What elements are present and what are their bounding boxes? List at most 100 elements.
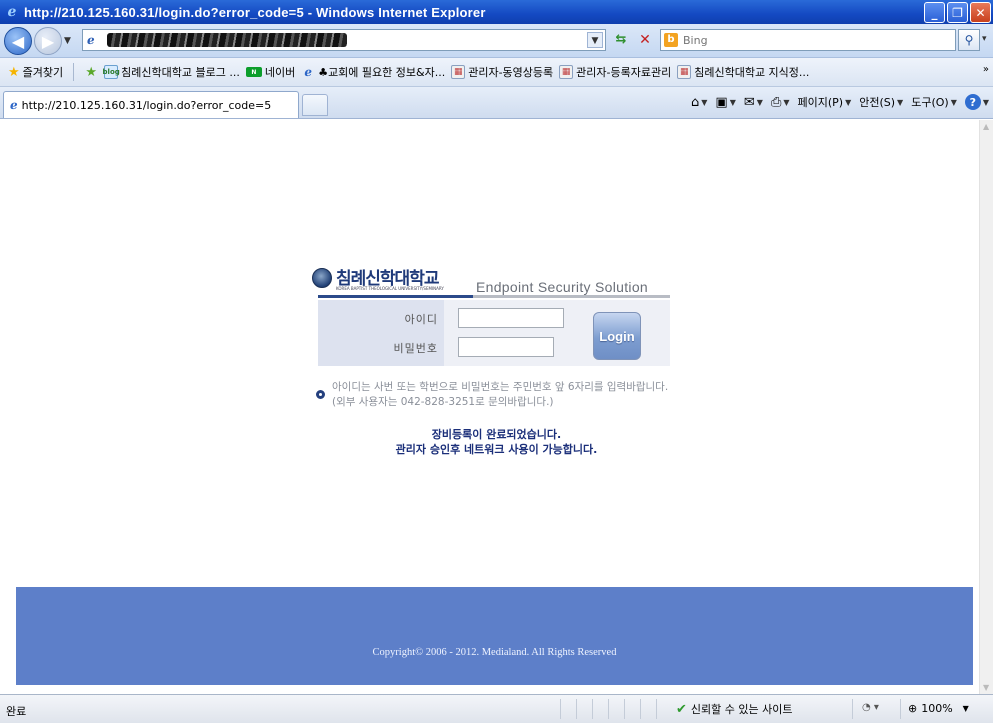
home-button[interactable]: ⌂ ▼ xyxy=(691,95,707,110)
naver-icon: N xyxy=(245,67,262,77)
tools-menu[interactable]: 도구(O) ▼ xyxy=(911,94,957,110)
favorite-item[interactable]: ▦ 침례신학대학교 지식정... xyxy=(677,64,809,80)
print-icon: ⎙ xyxy=(770,94,782,110)
star-icon: ★ xyxy=(8,64,20,80)
page-content: ▲ ▼ 침례신학대학교 KOREA BAPTIST THEOLOGICAL UN… xyxy=(0,120,993,694)
page-icon: ℯ xyxy=(87,33,95,47)
id-label: 아이디 xyxy=(404,313,438,326)
protected-mode-icon[interactable]: ◔ ▾ xyxy=(862,702,879,713)
zoom-dropdown-icon: ▼ xyxy=(962,704,969,713)
minimize-button[interactable]: _ xyxy=(924,2,945,23)
picture-icon: ▦ xyxy=(451,65,466,79)
tab-bar: ℯ http://210.125.160.31/login.do?error_c… xyxy=(0,87,993,119)
tab-label: http://210.125.160.31/login.do?error_cod… xyxy=(21,98,272,112)
registration-message: 장비등록이 완료되었습니다. 관리자 승인후 네트워크 사용이 가능합니다. xyxy=(300,427,693,457)
brand-header: 침례신학대학교 KOREA BAPTIST THEOLOGICAL UNIVER… xyxy=(312,266,672,298)
favorite-item[interactable]: ▦ 관리자-등록자료관리 xyxy=(559,64,671,80)
favorite-item-label: 관리자-등록자료관리 xyxy=(576,66,672,79)
search-box[interactable]: b xyxy=(660,29,956,51)
address-dropdown-button[interactable]: ▼ xyxy=(587,32,603,48)
status-panels xyxy=(560,699,672,719)
page-menu-label: 페이지(P) xyxy=(797,96,844,109)
favorite-item-label: ♣교회에 필요한 정보&자... xyxy=(318,66,446,79)
status-bar: 완료 ✔ 신뢰할 수 있는 사이트 ◔ ▾ ⊕ 100% ▼ xyxy=(0,694,993,723)
window-controls: _ ❐ ✕ xyxy=(924,2,991,23)
bing-icon: b xyxy=(664,33,678,47)
favorite-item[interactable]: ℯ ♣교회에 필요한 정보&자... xyxy=(301,64,445,80)
copyright-text: Copyright© 2006 - 2012. Medialand. All R… xyxy=(372,647,617,658)
close-button[interactable]: ✕ xyxy=(970,2,991,23)
ie-icon: ℯ xyxy=(7,4,17,20)
back-button[interactable]: ◀ xyxy=(4,27,32,55)
home-icon: ⌂ xyxy=(691,94,700,110)
favorite-item-label: 침례신학대학교 지식정... xyxy=(694,66,810,79)
ie-icon: ℯ xyxy=(10,98,18,112)
add-favorite-icon[interactable]: ★ xyxy=(84,65,98,80)
feeds-button[interactable]: ▣ ▼ xyxy=(715,95,735,110)
zoom-icon: ⊕ xyxy=(908,702,918,715)
login-button[interactable]: Login xyxy=(593,312,641,360)
scroll-down-icon[interactable]: ▼ xyxy=(983,683,989,692)
scroll-up-icon[interactable]: ▲ xyxy=(983,122,989,131)
brand-divider xyxy=(318,295,670,298)
favorites-label: 즐겨찾기 xyxy=(22,66,64,79)
picture-icon: ▦ xyxy=(677,65,692,79)
feed-icon: ▣ xyxy=(715,94,728,110)
address-input[interactable]: ℯ ▼ xyxy=(82,29,606,51)
ie-page-icon: ℯ xyxy=(304,65,313,79)
favorites-button[interactable]: ★ 즐겨찾기 xyxy=(8,64,63,80)
divider xyxy=(73,63,75,81)
chevron-right-icon[interactable]: » xyxy=(983,64,989,75)
checkmark-icon: ✔ xyxy=(676,701,687,717)
print-button[interactable]: ⎙ ▼ xyxy=(771,95,790,110)
navigation-bar: ◀ ▶ ▼ ℯ ▼ ⇆ ✕ b ⚲ ▾ xyxy=(0,24,993,58)
favorite-item[interactable]: N 네이버 xyxy=(245,64,296,80)
forward-button[interactable]: ▶ xyxy=(34,27,62,55)
footer: Copyright© 2006 - 2012. Medialand. All R… xyxy=(16,587,973,685)
new-tab-button[interactable] xyxy=(302,94,328,116)
favorite-item-label: 네이버 xyxy=(264,66,296,79)
favorite-item-label: 침례신학대학교 블로그 ... xyxy=(121,66,240,79)
favorites-bar: ★ 즐겨찾기 ★ blog 침례신학대학교 블로그 ... N 네이버 ℯ ♣교… xyxy=(0,58,993,87)
help-icon: ? xyxy=(964,94,981,110)
redacted-url xyxy=(107,33,347,47)
window-title: http://210.125.160.31/login.do?error_cod… xyxy=(24,4,486,20)
page-menu[interactable]: 페이지(P) ▼ xyxy=(798,94,852,110)
divider xyxy=(852,699,853,719)
favorite-item-label: 관리자-동영상등록 xyxy=(468,66,554,79)
label-column xyxy=(318,300,444,366)
help-button[interactable]: ? ▼ xyxy=(964,94,989,110)
mail-button[interactable]: ✉ ▼ xyxy=(744,95,763,110)
password-input[interactable] xyxy=(458,337,554,357)
status-text: 완료 xyxy=(6,705,27,718)
notice-text: 아이디는 사번 또는 학번으로 비밀번호는 주민번호 앞 6자리를 입력바랍니다… xyxy=(332,381,669,408)
maximize-button[interactable]: ❐ xyxy=(947,2,968,23)
recent-pages-dropdown[interactable]: ▼ xyxy=(64,36,71,46)
command-bar: ⌂ ▼ ▣ ▼ ✉ ▼ ⎙ ▼ 페이지(P) ▼ 안전(S) ▼ 도구(O) ▼ ? ▼ xyxy=(691,94,989,110)
safety-menu-label: 안전(S) xyxy=(859,96,896,109)
university-english-name: KOREA BAPTIST THEOLOGICAL UNIVERSITY/SEM… xyxy=(336,286,444,291)
security-zone[interactable]: ✔ 신뢰할 수 있는 사이트 xyxy=(676,701,792,717)
zoom-level: 100% xyxy=(921,702,953,715)
stop-icon[interactable]: ✕ xyxy=(634,30,656,50)
safety-menu[interactable]: 안전(S) ▼ xyxy=(859,94,903,110)
tools-menu-label: 도구(O) xyxy=(911,96,949,109)
zone-label: 신뢰할 수 있는 사이트 xyxy=(690,703,793,716)
login-form: 아이디 비밀번호 Login xyxy=(318,300,670,366)
zoom-control[interactable]: ⊕ 100% ▼ xyxy=(908,702,969,715)
search-input[interactable] xyxy=(683,32,943,48)
solution-title: Endpoint Security Solution xyxy=(476,279,649,295)
refresh-icon[interactable]: ⇆ xyxy=(610,30,632,50)
id-input[interactable] xyxy=(458,308,564,328)
title-bar: ℯ http://210.125.160.31/login.do?error_c… xyxy=(0,0,993,24)
picture-icon: ▦ xyxy=(559,65,574,79)
blog-icon: blog xyxy=(103,65,120,79)
search-button[interactable]: ⚲ xyxy=(958,29,980,51)
favorite-item[interactable]: ▦ 관리자-동영상등록 xyxy=(451,64,553,80)
favorite-item[interactable]: blog 침례신학대학교 블로그 ... xyxy=(103,64,240,80)
search-options-dropdown[interactable]: ▾ xyxy=(982,34,987,44)
divider xyxy=(900,699,901,719)
tab-current[interactable]: ℯ http://210.125.160.31/login.do?error_c… xyxy=(3,91,299,118)
vertical-scrollbar[interactable]: ▲ ▼ xyxy=(979,120,993,694)
message-line-2: 관리자 승인후 네트워크 사용이 가능합니다. xyxy=(395,443,598,456)
